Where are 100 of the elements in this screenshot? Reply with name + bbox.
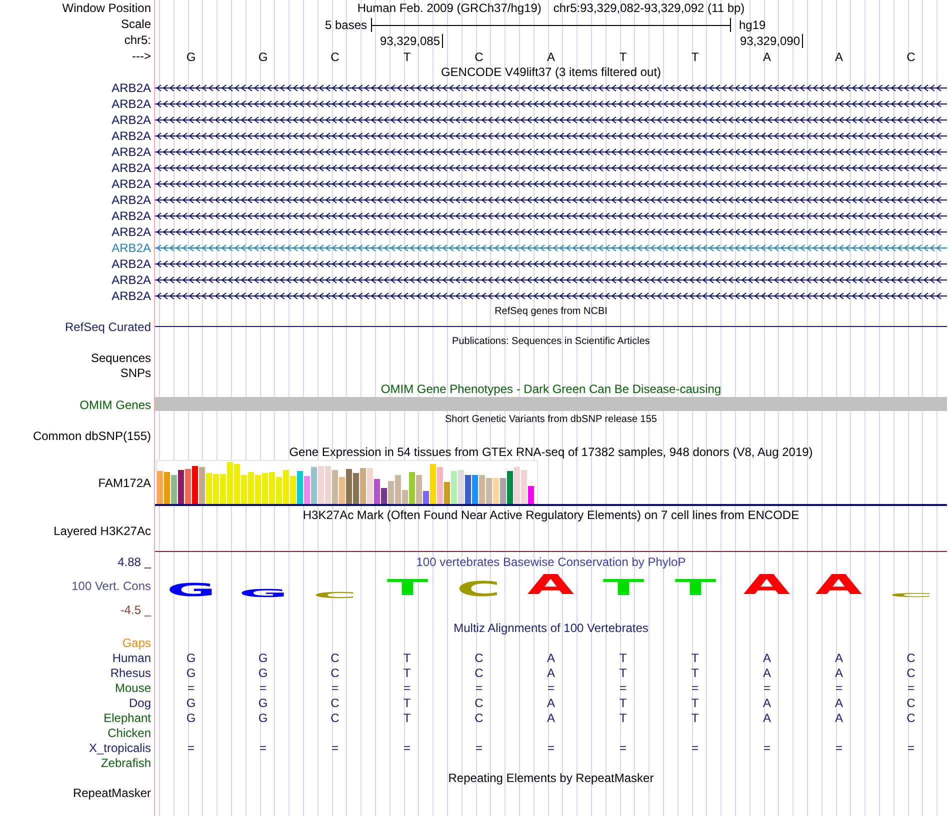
alignment-base: = xyxy=(546,741,556,755)
species-label[interactable]: Zebrafish xyxy=(100,756,151,770)
alignment-base: C xyxy=(330,666,340,680)
track-title[interactable]: RefSeq genes from NCBI xyxy=(494,304,608,318)
track-title[interactable]: GENCODE V49lift37 (3 items filtered out) xyxy=(440,65,662,79)
alignment-base: C xyxy=(474,711,484,725)
base-letter: G xyxy=(257,49,269,66)
alignment-base: A xyxy=(762,696,772,710)
alignment-base: T xyxy=(618,651,628,665)
alignment-base: = xyxy=(330,741,340,755)
sequence-logo-letter: C xyxy=(456,578,502,600)
alignment-base: = xyxy=(834,741,844,755)
track-title[interactable]: Short Genetic Variants from dbSNP release 155 xyxy=(445,413,657,427)
gene-name-link[interactable]: ARB2A xyxy=(112,161,151,175)
alignment-base: A xyxy=(834,666,844,680)
track-title[interactable]: OMIM Gene Phenotypes - Dark Green Can Be Disease-causing xyxy=(380,382,722,396)
base-letter: A xyxy=(834,49,844,66)
assembly-text: Human Feb. 2009 (GRCh37/hg19) xyxy=(357,0,542,17)
sequence-logo-letter: T xyxy=(602,578,644,600)
alignment-base: = xyxy=(618,681,628,695)
base-letter: C xyxy=(330,49,340,66)
alignment-base: G xyxy=(257,666,269,680)
base-letter: T xyxy=(618,49,628,66)
base-letter: C xyxy=(474,49,484,66)
alignment-base: C xyxy=(474,651,484,665)
alignment-base: C xyxy=(330,696,340,710)
track-label: -4.5 _ xyxy=(120,602,151,616)
gene-name-link[interactable]: ARB2A xyxy=(112,289,151,303)
gene-name-link[interactable]: ARB2A xyxy=(112,113,151,127)
gene-name-link[interactable]: ARB2A xyxy=(112,241,151,255)
base-letter: T xyxy=(402,49,412,66)
alignment-base: = xyxy=(906,681,916,695)
sequence-logo-letter: T xyxy=(674,578,716,600)
alignment-base: = xyxy=(834,681,844,695)
species-label[interactable]: Chicken xyxy=(108,726,151,740)
species-label[interactable]: Elephant xyxy=(104,711,151,725)
sequence-logo-letter: T xyxy=(386,578,428,600)
alignment-base: T xyxy=(618,696,628,710)
track-label: Scale xyxy=(120,17,151,31)
alignment-base: G xyxy=(185,666,197,680)
track-label: 4.88 _ xyxy=(118,554,151,568)
species-label[interactable]: Mouse xyxy=(114,681,151,695)
track-title[interactable]: Publications: Sequences in Scientific Articles xyxy=(452,335,650,349)
gene-name-link[interactable]: ARB2A xyxy=(112,177,151,191)
species-label[interactable]: X_tropicalis xyxy=(88,741,151,755)
alignment-base: A xyxy=(546,711,556,725)
alignment-base: T xyxy=(618,666,628,680)
scale-assembly: hg19 xyxy=(738,17,767,34)
track-label: Layered H3K27Ac xyxy=(54,524,151,538)
alignment-base: = xyxy=(546,681,556,695)
alignment-base: = xyxy=(762,741,772,755)
gene-name-link[interactable]: ARB2A xyxy=(112,81,151,95)
alignment-base: = xyxy=(330,681,340,695)
alignment-base: = xyxy=(186,681,196,695)
species-label[interactable]: Dog xyxy=(128,696,151,710)
alignment-base: C xyxy=(906,666,916,680)
alignment-base: G xyxy=(257,651,269,665)
alignment-base: T xyxy=(690,711,700,725)
gene-name-link[interactable]: ARB2A xyxy=(112,193,151,207)
alignment-base: = xyxy=(762,681,772,695)
sequence-logo-letter: A xyxy=(528,572,574,600)
gene-name-link[interactable]: ARB2A xyxy=(112,145,151,159)
track-title[interactable]: Repeating Elements by RepeatMasker xyxy=(448,771,654,785)
sequence-logo-letter: A xyxy=(744,572,790,600)
alignment-base: A xyxy=(546,666,556,680)
alignment-base: A xyxy=(762,711,772,725)
gene-name-link[interactable]: ARB2A xyxy=(112,209,151,223)
track-label: Common dbSNP(155) xyxy=(32,428,151,443)
alignment-base: = xyxy=(618,741,628,755)
species-label[interactable]: Rhesus xyxy=(110,666,151,680)
track-title[interactable]: H3K27Ac Mark (Often Found Near Active Regulatory Elements) on 7 cell lines from ENCODE xyxy=(302,508,800,522)
track-label: ---> xyxy=(132,49,151,63)
gene-name-link[interactable]: ARB2A xyxy=(112,225,151,239)
track-label: chr5: xyxy=(124,33,151,47)
gene-name-link[interactable]: ARB2A xyxy=(112,129,151,143)
base-letter: C xyxy=(906,49,916,66)
base-letter: G xyxy=(185,49,197,66)
alignment-base: T xyxy=(618,711,628,725)
alignment-base: C xyxy=(474,666,484,680)
alignment-base: C xyxy=(474,696,484,710)
species-label[interactable]: Human xyxy=(112,651,151,665)
alignment-base: A xyxy=(546,651,556,665)
track-title[interactable]: Gene Expression in 54 tissues from GTEx RNA-seq of 17382 samples, 948 donors (V8, Aug 2019) xyxy=(289,444,813,458)
alignment-base: = xyxy=(690,681,700,695)
track-label: FAM172A xyxy=(98,476,151,490)
track-label: RefSeq Curated xyxy=(64,320,151,334)
gene-name-link[interactable]: ARB2A xyxy=(112,97,151,111)
alignment-base: A xyxy=(762,651,772,665)
alignment-base: C xyxy=(906,696,916,710)
track-title[interactable]: Multiz Alignments of 100 Vertebrates xyxy=(454,620,648,634)
gene-name-link[interactable]: ARB2A xyxy=(112,273,151,287)
gene-name-link[interactable]: ARB2A xyxy=(112,257,151,271)
expression-bars-drawing[interactable] xyxy=(156,460,538,504)
alignment-base: T xyxy=(402,666,412,680)
alignment-base: = xyxy=(402,741,412,755)
track-title[interactable]: 100 vertebrates Basewise Conservation by PhyloP xyxy=(416,554,686,568)
alignment-base: G xyxy=(257,711,269,725)
alignment-base: A xyxy=(762,666,772,680)
scale-text: 5 bases xyxy=(324,17,368,34)
alignment-base: G xyxy=(257,696,269,710)
